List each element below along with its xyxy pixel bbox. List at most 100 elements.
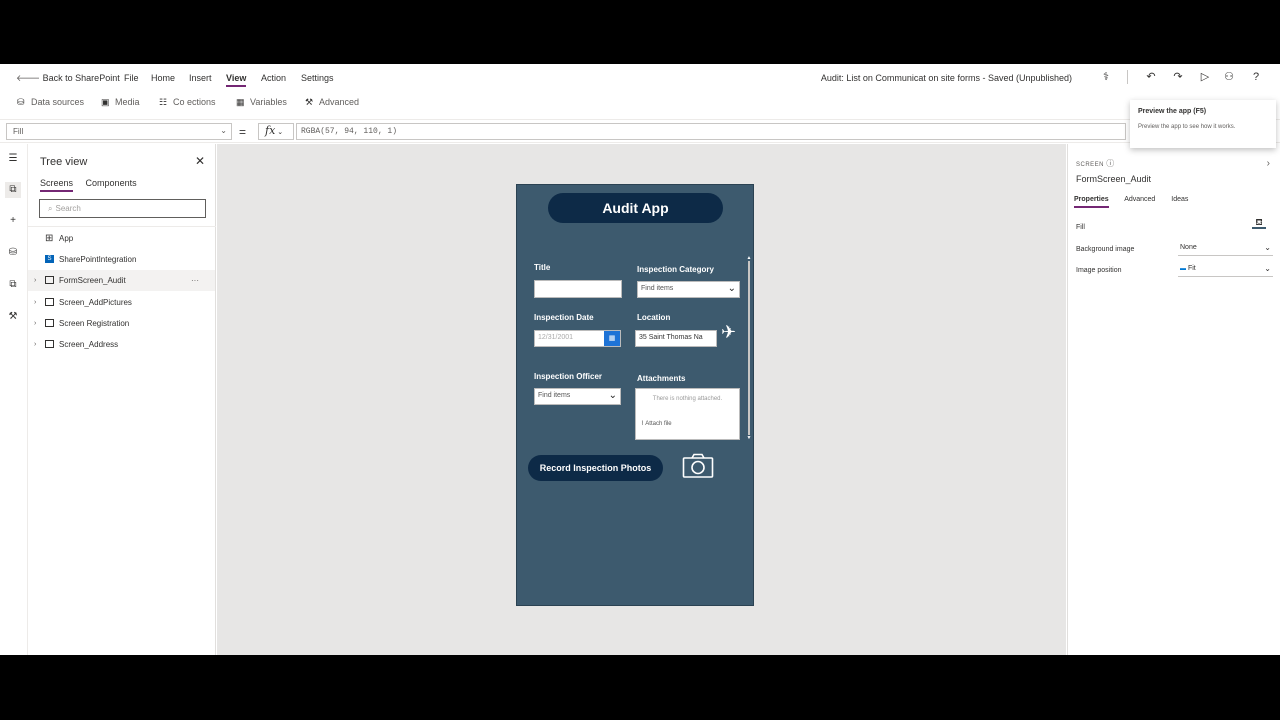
back-to-sharepoint-link[interactable]: 🡐 Back to SharePoint xyxy=(16,73,120,84)
tree-item-label: FormScreen_Audit xyxy=(59,276,126,285)
chevron-down-icon: ⌄ xyxy=(1264,243,1271,252)
tree-item-formscreen-audit[interactable]: › FormScreen_Audit ··· xyxy=(28,270,215,291)
more-options-icon[interactable]: ··· xyxy=(191,270,199,291)
background-image-dropdown[interactable]: None ⌄ xyxy=(1178,242,1273,256)
menu-home[interactable]: Home xyxy=(151,73,175,83)
inspection-officer-combobox[interactable]: Find items ⌄ xyxy=(534,388,621,405)
tab-screens[interactable]: Screens xyxy=(40,178,74,192)
app-checker-icon[interactable]: ⚕ xyxy=(1099,70,1113,84)
app-title-label[interactable]: Audit App xyxy=(548,193,723,223)
hamburger-menu-icon[interactable]: ☰ xyxy=(5,151,21,167)
tree-item-screen-addpictures[interactable]: › Screen_AddPictures xyxy=(28,292,215,313)
tree-item-app[interactable]: ⊞ App xyxy=(28,228,215,249)
attach-file-link[interactable]: ⌇ Attach file xyxy=(641,420,672,427)
variables-label: Variables xyxy=(250,97,287,107)
sharepoint-icon: S xyxy=(45,255,54,263)
chevron-right-icon[interactable]: › xyxy=(34,292,36,313)
scroll-down-icon[interactable]: ▼ xyxy=(746,435,752,441)
app-screen-formscreen-audit[interactable]: Audit App Title Inspection Category Find… xyxy=(516,184,754,606)
tree-view-icon[interactable]: ⧉ xyxy=(5,182,21,198)
back-label: Back to SharePoint xyxy=(42,73,120,83)
collections-label: Co ections xyxy=(173,97,216,107)
menu-insert[interactable]: Insert xyxy=(189,73,212,83)
chevron-down-icon: ⌄ xyxy=(727,283,736,294)
menu-action[interactable]: Action xyxy=(261,73,286,83)
inspection-category-combobox[interactable]: Find items ⌄ xyxy=(637,281,740,298)
dropdown-value: None xyxy=(1180,244,1197,251)
menu-bar: 🡐 Back to SharePoint File Home Insert Vi… xyxy=(0,64,1280,92)
media-button[interactable]: ▣ Media xyxy=(101,97,140,108)
data-sources-button[interactable]: ⛁ Data sources xyxy=(17,97,84,108)
toolbar-divider xyxy=(1127,70,1128,84)
camera-icon[interactable] xyxy=(682,453,714,479)
divider xyxy=(28,226,216,227)
data-sources-label: Data sources xyxy=(31,97,85,107)
media-icon[interactable]: ⧉ xyxy=(5,277,21,293)
chevron-down-icon: ⌄ xyxy=(277,128,284,136)
share-user-icon[interactable]: ⚇ xyxy=(1222,70,1236,84)
tab-advanced[interactable]: Advanced xyxy=(1124,196,1155,203)
scroll-track[interactable] xyxy=(748,261,750,435)
tree-item-label: Screen_Address xyxy=(59,340,119,349)
dropdown-value: Fit xyxy=(1187,265,1196,272)
advanced-button[interactable]: ⚒ Advanced xyxy=(305,97,359,108)
undo-icon[interactable]: ↶ xyxy=(1144,70,1158,84)
property-value: Fill xyxy=(13,127,24,136)
paperclip-icon: ⌇ xyxy=(641,421,644,427)
screen-icon xyxy=(45,298,54,306)
screen-icon xyxy=(45,340,54,348)
property-dropdown[interactable]: Fill ⌄ xyxy=(6,123,232,140)
tab-properties[interactable]: Properties xyxy=(1074,196,1109,208)
preview-play-icon[interactable]: ▷ xyxy=(1198,70,1212,84)
tree-item-label: App xyxy=(59,234,74,243)
chevron-down-icon: ⌄ xyxy=(1264,264,1271,273)
form-scrollbar[interactable]: ▲ ▼ xyxy=(746,255,752,441)
attachments-control[interactable]: There is nothing attached. ⌇ Attach file xyxy=(635,388,740,440)
menu-view[interactable]: View xyxy=(226,73,247,87)
tooltip-title: Preview the app (F5) xyxy=(1138,108,1207,115)
data-icon[interactable]: ⛁ xyxy=(5,245,21,261)
tree-search-input[interactable]: ⌕ Search xyxy=(39,199,206,218)
collections-button[interactable]: ☷ Co ections xyxy=(159,97,216,108)
pin-icon[interactable]: ✈ xyxy=(721,322,736,343)
attachments-empty-note: There is nothing attached. xyxy=(652,396,723,402)
insert-plus-icon[interactable]: + xyxy=(5,213,21,229)
help-circle-icon[interactable]: ⓘ xyxy=(1106,159,1115,168)
tab-ideas[interactable]: Ideas xyxy=(1171,196,1188,203)
background-image-label: Background image xyxy=(1076,246,1135,253)
screen-icon xyxy=(45,319,54,327)
formula-input[interactable]: RGBA(57, 94, 110, 1) xyxy=(296,123,1126,140)
tree-item-screen-address[interactable]: › Screen_Address xyxy=(28,334,215,355)
app-grid-icon: ⊞ xyxy=(45,233,54,244)
location-label: Location xyxy=(637,313,671,322)
variables-button[interactable]: ▦ Variables xyxy=(236,97,287,108)
chevron-right-icon[interactable]: › xyxy=(34,270,36,291)
help-icon[interactable]: ? xyxy=(1249,70,1263,84)
menu-settings[interactable]: Settings xyxy=(301,73,334,83)
fill-label: Fill xyxy=(1076,224,1085,231)
advanced-tools-icon[interactable]: ⚒ xyxy=(5,309,21,325)
chevron-right-icon[interactable]: › xyxy=(34,313,36,334)
chevron-right-icon[interactable]: › xyxy=(1267,158,1270,169)
chevron-right-icon[interactable]: › xyxy=(34,334,36,355)
tree-item-sharepointintegration[interactable]: S SharePointIntegration xyxy=(28,249,215,270)
tree-item-screen-registration[interactable]: › Screen Registration xyxy=(28,313,215,334)
inspection-date-label: Inspection Date xyxy=(534,313,594,322)
image-position-dropdown[interactable]: ▬ Fit ⌄ xyxy=(1178,263,1273,277)
advanced-tools-icon: ⚒ xyxy=(305,97,314,107)
location-input[interactable]: 35 Saint Thomas Na xyxy=(635,330,717,347)
fill-color-icon[interactable]: ⛾ xyxy=(1252,218,1266,229)
calendar-icon[interactable]: ▦ xyxy=(604,331,620,346)
fx-button[interactable]: fx ⌄ xyxy=(258,123,294,140)
menu-file[interactable]: File xyxy=(124,73,139,83)
redo-icon[interactable]: ↷ xyxy=(1171,70,1185,84)
tree-item-label: Screen_AddPictures xyxy=(59,298,132,307)
close-icon[interactable]: ✕ xyxy=(195,154,205,168)
screen-icon xyxy=(45,276,54,284)
title-input[interactable] xyxy=(534,280,622,298)
record-inspection-photos-button[interactable]: Record Inspection Photos xyxy=(528,455,663,481)
tab-components[interactable]: Components xyxy=(86,178,137,188)
inspection-date-picker[interactable]: 12/31/2001 ▦ xyxy=(534,330,621,347)
chevron-down-icon: ⌄ xyxy=(608,390,617,401)
canvas-area[interactable]: Audit App Title Inspection Category Find… xyxy=(217,144,1066,655)
